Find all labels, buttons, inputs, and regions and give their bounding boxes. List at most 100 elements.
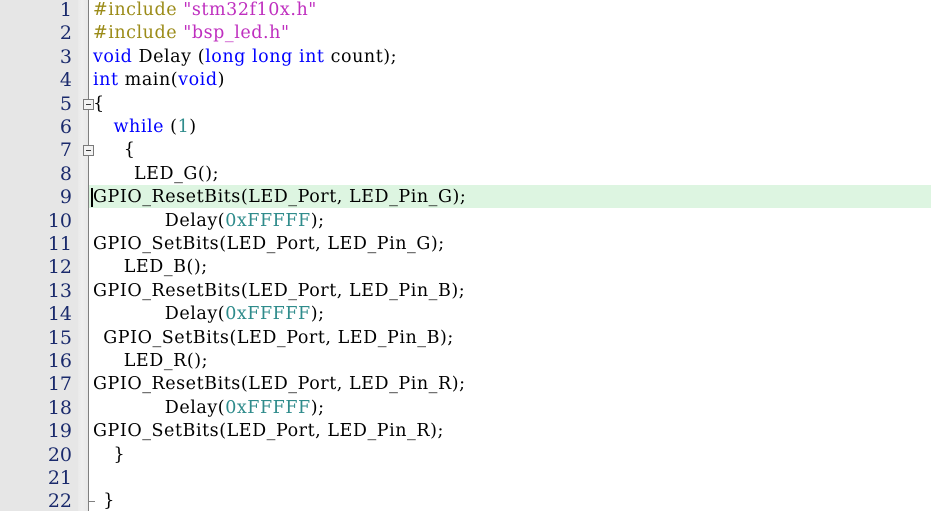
line-number: 17 — [47, 373, 72, 396]
code-text[interactable]: GPIO_SetBits(LED_Port, LED_Pin_R); — [93, 419, 444, 443]
code-text[interactable]: Delay(0xFFFFF); — [165, 396, 325, 420]
code-line[interactable]: 1 #include "stm32f10x.h" — [0, 0, 931, 22]
code-token: count); — [324, 46, 398, 67]
code-line[interactable]: 2 #include "bsp_led.h" — [0, 21, 931, 45]
code-text[interactable]: while (1) — [114, 115, 197, 139]
code-line[interactable]: 10 Delay(0xFFFFF); — [0, 209, 931, 233]
line-number: 12 — [47, 256, 72, 279]
code-token: LED_G(); — [134, 163, 220, 184]
code-line[interactable]: 6 while (1) — [0, 115, 931, 139]
code-token: main( — [118, 70, 179, 91]
code-line[interactable]: 11 GPIO_SetBits(LED_Port, LED_Pin_G); — [0, 232, 931, 256]
code-token: void — [93, 46, 133, 67]
code-token: Delay( — [164, 210, 226, 231]
code-text[interactable]: int main(void) — [93, 68, 225, 92]
line-number: 10 — [47, 209, 72, 232]
line-number: 8 — [59, 162, 72, 185]
code-text[interactable]: Delay(0xFFFFF); — [165, 209, 325, 233]
code-token: 0xFFFFF — [225, 397, 311, 418]
code-line[interactable]: 16 LED_R(); — [0, 349, 931, 373]
code-token: Delay ( — [132, 46, 206, 67]
code-token: long — [205, 46, 246, 67]
code-text[interactable]: LED_B(); — [124, 255, 208, 279]
code-text[interactable]: #include "bsp_led.h" — [93, 21, 290, 45]
code-text[interactable]: { — [124, 138, 136, 162]
code-line[interactable]: 5{ — [0, 92, 931, 116]
code-token: ) — [189, 117, 197, 137]
code-token: LED_R(); — [123, 351, 209, 371]
code-line[interactable]: 19 GPIO_SetBits(LED_Port, LED_Pin_R); — [0, 419, 931, 443]
line-number: 6 — [59, 116, 72, 138]
code-text[interactable]: GPIO_SetBits(LED_Port, LED_Pin_B); — [103, 326, 454, 350]
code-line[interactable]: 8 LED_G(); — [0, 162, 931, 186]
code-line[interactable]: 18 Delay(0xFFFFF); — [0, 396, 931, 420]
code-token: LED_B(); — [123, 257, 208, 278]
code-token: ); — [310, 397, 325, 418]
code-line[interactable]: 3 void Delay (long long int count); — [0, 45, 931, 69]
code-text[interactable]: LED_G(); — [134, 162, 219, 186]
fold-collapse-icon[interactable] — [83, 145, 94, 157]
code-token: ) — [217, 70, 225, 91]
fold-end-icon — [88, 495, 95, 503]
code-line[interactable]: 7{ — [0, 138, 931, 162]
code-token: "bsp_led.h" — [183, 23, 290, 44]
line-number: 13 — [47, 279, 72, 302]
code-line[interactable]: 22} — [0, 489, 931, 511]
code-line[interactable]: 13 GPIO_ResetBits(LED_Port, LED_Pin_B); — [0, 279, 931, 303]
code-text[interactable]: void Delay (long long int count); — [93, 45, 397, 69]
code-token: int — [298, 46, 325, 67]
line-number: 2 — [59, 22, 72, 45]
code-token: Delay( — [164, 397, 226, 418]
code-line[interactable]: 14 Delay(0xFFFFF); — [0, 302, 931, 326]
code-text[interactable]: } — [114, 443, 126, 467]
code-token: #include — [93, 0, 178, 20]
code-token: GPIO_ResetBits(LED_Port, LED_Pin_G); — [93, 187, 467, 208]
code-token: Delay( — [164, 304, 226, 325]
code-token: GPIO_SetBits(LED_Port, LED_Pin_G); — [93, 234, 445, 254]
line-number: 21 — [47, 467, 72, 489]
code-line[interactable]: 21 — [0, 466, 931, 490]
line-number: 18 — [47, 396, 72, 419]
code-text[interactable]: GPIO_ResetBits(LED_Port, LED_Pin_B); — [93, 279, 465, 303]
line-number: 9 — [59, 186, 72, 209]
code-token: 0xFFFFF — [225, 210, 311, 231]
code-token: ); — [310, 304, 325, 325]
line-number: 11 — [47, 233, 72, 255]
code-line[interactable]: 12 LED_B(); — [0, 255, 931, 279]
code-text[interactable]: Delay(0xFFFFF); — [165, 302, 325, 326]
line-number: 19 — [47, 420, 72, 443]
code-token: GPIO_SetBits(LED_Port, LED_Pin_B); — [103, 327, 454, 348]
code-rows[interactable]: 1 #include "stm32f10x.h" 2 #include "bsp_le… — [0, 0, 931, 511]
line-number: 14 — [47, 303, 72, 326]
text-cursor — [91, 188, 93, 208]
code-text[interactable]: } — [103, 489, 115, 511]
code-text[interactable]: GPIO_ResetBits(LED_Port, LED_Pin_R); — [93, 372, 466, 396]
code-token: ( — [164, 117, 178, 137]
code-line[interactable]: 20} — [0, 443, 931, 467]
code-token: } — [113, 444, 126, 465]
code-text[interactable]: { — [93, 92, 105, 116]
code-token: { — [123, 140, 136, 161]
code-text[interactable]: #include "stm32f10x.h" — [93, 0, 317, 22]
code-token: GPIO_ResetBits(LED_Port, LED_Pin_R); — [93, 374, 466, 395]
line-number: 22 — [47, 490, 72, 511]
code-line[interactable]: 4 int main(void) — [0, 68, 931, 92]
code-token: while — [113, 117, 165, 137]
code-token: ); — [310, 210, 325, 231]
code-token: void — [178, 70, 218, 91]
code-editor[interactable]: 1 #include "stm32f10x.h" 2 #include "bsp_le… — [0, 0, 931, 511]
line-number: 16 — [47, 350, 72, 372]
code-line[interactable]: 15 GPIO_SetBits(LED_Port, LED_Pin_B); — [0, 326, 931, 350]
line-number: 5 — [59, 92, 72, 115]
code-token: long — [252, 46, 293, 67]
code-token: 1 — [177, 117, 190, 137]
code-text[interactable]: GPIO_ResetBits(LED_Port, LED_Pin_G); — [93, 185, 466, 209]
code-line[interactable]: 9 GPIO_ResetBits(LED_Port, LED_Pin_G); — [0, 185, 931, 209]
code-text[interactable]: LED_R(); — [124, 349, 208, 373]
code-line[interactable]: 17 GPIO_ResetBits(LED_Port, LED_Pin_R); — [0, 372, 931, 396]
code-text[interactable]: GPIO_SetBits(LED_Port, LED_Pin_G); — [93, 232, 445, 256]
code-token: GPIO_SetBits(LED_Port, LED_Pin_R); — [93, 421, 444, 442]
line-number: 4 — [59, 69, 72, 92]
code-token: { — [93, 93, 105, 114]
line-number: 1 — [59, 0, 72, 21]
